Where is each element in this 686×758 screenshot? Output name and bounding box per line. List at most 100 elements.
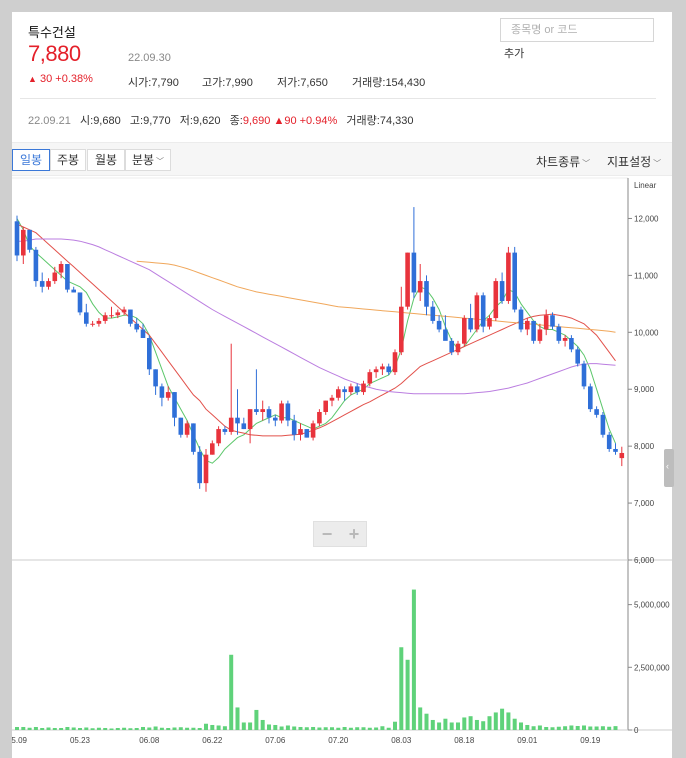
volume-bar — [493, 712, 498, 730]
candle-body — [46, 281, 51, 287]
volume-bar — [65, 726, 70, 730]
candle-body — [562, 338, 568, 341]
candle-body — [380, 366, 385, 370]
volume-bar — [323, 727, 328, 730]
candle-body — [102, 315, 108, 321]
candle-body — [279, 403, 284, 421]
volume-bar — [166, 727, 171, 730]
candle-body — [354, 386, 360, 393]
candle-body — [518, 309, 524, 330]
date-tick-label: 05.23 — [70, 736, 91, 745]
volume-bars — [15, 589, 618, 730]
candle-body — [569, 338, 574, 350]
candle-body — [575, 349, 580, 364]
price-tick-label: 6,000 — [634, 556, 655, 565]
volume-bar — [159, 727, 164, 730]
candle-body — [581, 363, 587, 387]
date-axis-ticks: 05.09 05.23 06.08 06.22 07.06 07.20 08.03 08.18… — [12, 736, 601, 745]
volume-bar — [336, 727, 341, 730]
candle-body — [247, 409, 253, 430]
volume-bar — [273, 724, 278, 730]
candle-body — [399, 306, 404, 353]
candle-body — [191, 423, 196, 452]
volume-bar — [418, 707, 423, 730]
volume-bar — [330, 727, 334, 730]
volume-bar — [210, 724, 215, 730]
candle-body — [550, 315, 555, 327]
volume-bar — [437, 722, 442, 730]
volume-bar — [386, 727, 391, 730]
candle-body — [115, 312, 121, 316]
candle-body — [165, 392, 171, 398]
volume-bar — [607, 726, 612, 730]
candle-body — [210, 443, 215, 455]
volume-bar — [405, 659, 410, 730]
candle-body — [96, 320, 102, 324]
scroll-handle[interactable]: ‹ — [664, 449, 674, 487]
volume-bar — [582, 725, 586, 730]
volume-bar — [424, 713, 429, 730]
price-tick-label: 10,000 — [634, 328, 659, 337]
volume-bar — [506, 712, 511, 730]
volume-bar — [267, 724, 271, 730]
volume-bar — [342, 726, 347, 730]
volume-bar — [33, 726, 38, 730]
volume-bar — [279, 726, 284, 730]
price-tick-label: 12,000 — [634, 214, 659, 223]
volume-bar — [487, 716, 492, 730]
volume-bar — [449, 722, 454, 730]
volume-bar — [304, 727, 309, 730]
volume-bar — [254, 709, 259, 730]
volume-bar — [348, 727, 353, 730]
date-tick-label: 07.20 — [328, 736, 349, 745]
candle-body — [342, 389, 347, 393]
volume-bar — [355, 727, 360, 730]
candle-body — [71, 289, 76, 293]
volume-bar — [374, 727, 379, 730]
candle-body — [33, 249, 39, 282]
candle-body — [556, 326, 562, 341]
zoom-in-button[interactable]: + — [341, 522, 367, 546]
volume-bar — [544, 726, 549, 730]
candle-body — [525, 320, 530, 330]
volume-bar — [27, 727, 32, 730]
candle-body — [14, 221, 20, 256]
volume-bar — [600, 726, 605, 730]
volume-bar — [185, 727, 190, 730]
volume-bar — [84, 727, 89, 730]
volume-bar — [292, 726, 297, 730]
chart-widget: 특수건설 7,880 ▲ 30 +0.38% 22.09.30 시가:7,790… — [12, 12, 674, 758]
candle-body — [203, 454, 209, 484]
volume-bar — [21, 726, 26, 730]
moving-averages — [16, 218, 616, 464]
date-tick-label: 06.22 — [202, 736, 223, 745]
candle-body — [58, 264, 64, 273]
candle-body — [304, 429, 310, 438]
candle-body — [405, 252, 410, 307]
volume-bar — [367, 727, 372, 730]
volume-bar — [481, 721, 486, 730]
date-tick-label: 09.01 — [517, 736, 538, 745]
zoom-out-button[interactable]: − — [314, 522, 340, 546]
candle-body — [506, 252, 511, 301]
volume-bar — [128, 728, 133, 730]
candle-body — [140, 329, 146, 338]
candlestick-chart[interactable]: Linear 12,000 11,000 10,000 9,000 8,000 7,000… — [12, 12, 672, 758]
candle-body — [411, 252, 417, 293]
volume-bar — [411, 589, 416, 730]
volume-bar — [235, 707, 240, 730]
candle-body — [90, 323, 95, 325]
date-tick-label: 08.18 — [454, 736, 475, 745]
candle-body — [323, 400, 328, 412]
volume-bar — [575, 725, 580, 730]
candle-body — [184, 423, 190, 435]
candle-body — [493, 281, 499, 319]
volume-bar — [399, 647, 404, 730]
volume-bar — [191, 727, 196, 730]
candle-body — [147, 338, 152, 370]
candle-body — [531, 320, 536, 341]
volume-tick-label: 0 — [634, 726, 639, 735]
volume-bar — [613, 726, 618, 730]
candle-body — [109, 315, 114, 317]
candle-body — [298, 429, 303, 435]
